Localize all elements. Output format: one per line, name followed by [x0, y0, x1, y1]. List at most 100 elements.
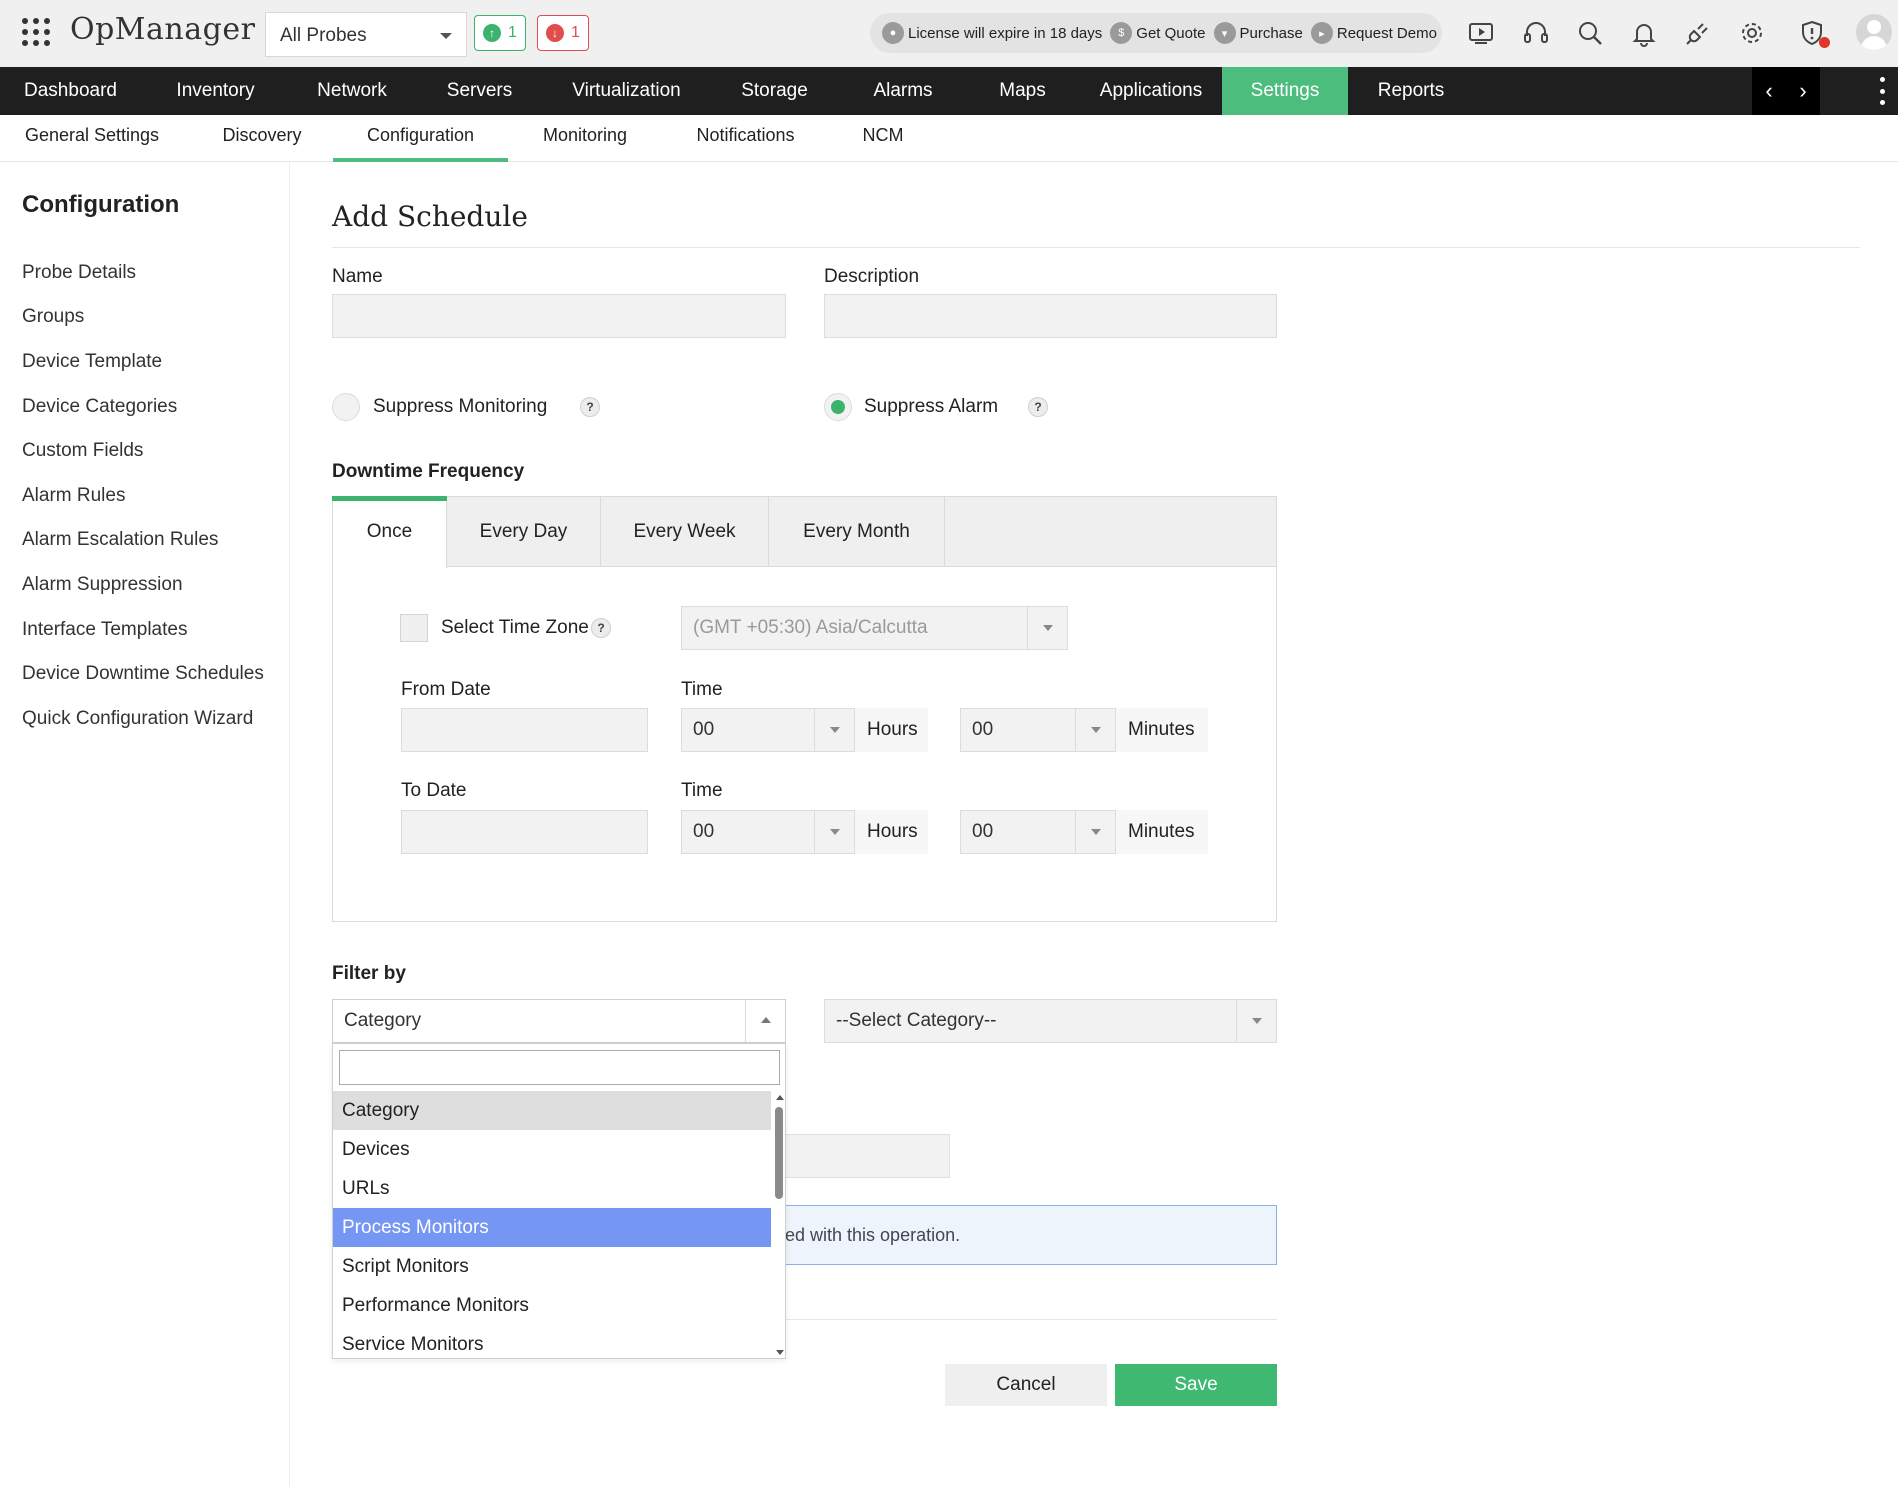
sidebar-item-alarm-suppression[interactable]: Alarm Suppression — [22, 574, 183, 596]
get-quote-link[interactable]: $ Get Quote — [1110, 22, 1206, 44]
dropdown-scrollbar[interactable] — [773, 1091, 785, 1359]
tab-every-day[interactable]: Every Day — [447, 497, 601, 567]
shield-alert-icon[interactable] — [1797, 18, 1830, 48]
nav-reports[interactable]: Reports — [1348, 67, 1474, 115]
dropdown-option-service-monitors[interactable]: Service Monitors — [333, 1325, 771, 1359]
sidebar-item-alarm-escalation-rules[interactable]: Alarm Escalation Rules — [22, 529, 218, 551]
subnav-notifications[interactable]: Notifications — [685, 115, 806, 162]
dropdown-option-script-monitors[interactable]: Script Monitors — [333, 1247, 771, 1286]
nav-servers[interactable]: Servers — [414, 67, 545, 115]
page-title: Add Schedule — [332, 200, 528, 233]
help-icon[interactable]: ? — [580, 397, 600, 417]
sidebar-item-quick-configuration-wizard[interactable]: Quick Configuration Wizard — [22, 708, 253, 730]
downtime-frequency-label: Downtime Frequency — [332, 461, 525, 482]
dropdown-option-performance-monitors[interactable]: Performance Monitors — [333, 1286, 771, 1325]
cart-icon: ▾ — [1213, 22, 1236, 44]
scroll-thumb[interactable] — [775, 1107, 783, 1199]
subnav-configuration[interactable]: Configuration — [333, 115, 508, 162]
nav-inventory[interactable]: Inventory — [141, 67, 290, 115]
from-hours-select[interactable]: 00 — [681, 708, 855, 752]
scroll-down-icon[interactable] — [776, 1350, 784, 1355]
sidebar-item-alarm-rules[interactable]: Alarm Rules — [22, 485, 125, 507]
sidebar-item-groups[interactable]: Groups — [22, 306, 84, 328]
chevron-down-icon — [814, 811, 854, 853]
cancel-button[interactable]: Cancel — [945, 1364, 1107, 1406]
from-hours-value: 00 — [693, 719, 715, 740]
headset-icon[interactable] — [1521, 18, 1551, 48]
scroll-up-icon[interactable] — [776, 1095, 784, 1100]
suppress-monitoring-radio[interactable] — [332, 393, 360, 421]
suppress-alarm-radio[interactable] — [824, 393, 852, 421]
sidebar-item-interface-templates[interactable]: Interface Templates — [22, 619, 187, 641]
dropdown-option-urls[interactable]: URLs — [333, 1169, 771, 1208]
sidebar-item-custom-fields[interactable]: Custom Fields — [22, 440, 143, 462]
sidebar-item-probe-details[interactable]: Probe Details — [22, 262, 136, 284]
dropdown-option-devices[interactable]: Devices — [333, 1130, 771, 1169]
apps-grid-icon[interactable] — [22, 18, 50, 46]
tab-every-month[interactable]: Every Month — [769, 497, 945, 567]
tab-once[interactable]: Once — [333, 497, 447, 568]
subnav-ncm[interactable]: NCM — [850, 115, 916, 162]
request-demo-label: Request Demo — [1336, 24, 1437, 42]
sidebar-item-device-categories[interactable]: Device Categories — [22, 396, 177, 418]
from-minutes-select[interactable]: 00 — [960, 708, 1116, 752]
nav-dashboard[interactable]: Dashboard — [0, 67, 141, 115]
tab-every-week[interactable]: Every Week — [601, 497, 769, 567]
from-date-input[interactable] — [401, 708, 648, 752]
devices-down-badge[interactable]: ↓ 1 — [537, 15, 589, 51]
nav-storage[interactable]: Storage — [708, 67, 841, 115]
nav-virtualization[interactable]: Virtualization — [545, 67, 708, 115]
subnav-general-settings[interactable]: General Settings — [18, 115, 166, 162]
avatar-icon[interactable] — [1856, 14, 1892, 50]
sidebar-item-device-template[interactable]: Device Template — [22, 351, 162, 373]
filter-type-select[interactable]: Category — [332, 999, 786, 1043]
license-bar: ● License will expire in 18 days $ Get Q… — [870, 13, 1442, 53]
devices-up-badge[interactable]: ↑ 1 — [474, 15, 526, 51]
obscured-input[interactable] — [760, 1134, 950, 1178]
chevron-left-icon[interactable]: ‹ — [1765, 78, 1772, 104]
subnav-monitoring[interactable]: Monitoring — [532, 115, 638, 162]
nav-applications[interactable]: Applications — [1080, 67, 1222, 115]
gear-icon[interactable] — [1737, 18, 1767, 48]
devices-down-count: 1 — [571, 24, 580, 41]
license-status[interactable]: ● License will expire in 18 days — [882, 22, 1102, 44]
filter-value-select[interactable]: --Select Category-- — [824, 999, 1277, 1043]
to-hours-value: 00 — [693, 821, 715, 842]
dropdown-option-process-monitors[interactable]: Process Monitors — [333, 1208, 771, 1247]
app-logo[interactable]: OpManager — [70, 12, 255, 47]
nav-maps[interactable]: Maps — [965, 67, 1080, 115]
sidebar-item-device-downtime-schedules[interactable]: Device Downtime Schedules — [22, 663, 264, 685]
search-icon[interactable] — [1575, 18, 1605, 48]
dropdown-option-category[interactable]: Category — [333, 1091, 771, 1130]
suppress-monitoring-label[interactable]: Suppress Monitoring — [373, 396, 547, 418]
to-hours-select[interactable]: 00 — [681, 810, 855, 854]
name-input[interactable] — [332, 294, 786, 338]
more-vertical-icon[interactable] — [1872, 77, 1892, 105]
request-demo-link[interactable]: ▸ Request Demo — [1310, 22, 1437, 44]
video-icon[interactable] — [1466, 18, 1496, 48]
description-input[interactable] — [824, 294, 1277, 338]
save-button[interactable]: Save — [1115, 1364, 1277, 1406]
to-minutes-select[interactable]: 00 — [960, 810, 1116, 854]
bell-icon[interactable] — [1629, 18, 1659, 48]
probe-select[interactable]: All Probes — [265, 12, 467, 57]
time-zone-select: (GMT +05:30) Asia/Calcutta — [681, 606, 1068, 650]
from-minutes-value: 00 — [972, 719, 994, 740]
help-icon[interactable]: ? — [591, 618, 611, 638]
suppress-alarm-label[interactable]: Suppress Alarm — [864, 396, 998, 418]
dropdown-search-input[interactable] — [339, 1050, 780, 1085]
purchase-link[interactable]: ▾ Purchase — [1213, 22, 1303, 44]
to-date-input[interactable] — [401, 810, 648, 854]
dropdown-options: Category Devices URLs Process Monitors S… — [333, 1091, 771, 1359]
plug-icon[interactable] — [1683, 18, 1713, 48]
nav-alarms[interactable]: Alarms — [841, 67, 965, 115]
nav-network[interactable]: Network — [290, 67, 414, 115]
select-time-zone-label[interactable]: Select Time Zone — [441, 617, 589, 639]
subnav-discovery[interactable]: Discovery — [210, 115, 314, 162]
help-icon[interactable]: ? — [1028, 397, 1048, 417]
chevron-right-icon[interactable]: › — [1799, 78, 1806, 104]
to-date-label: To Date — [401, 780, 467, 801]
chevron-down-icon — [814, 709, 854, 751]
select-time-zone-checkbox[interactable] — [400, 614, 428, 642]
nav-settings[interactable]: Settings — [1222, 67, 1348, 115]
